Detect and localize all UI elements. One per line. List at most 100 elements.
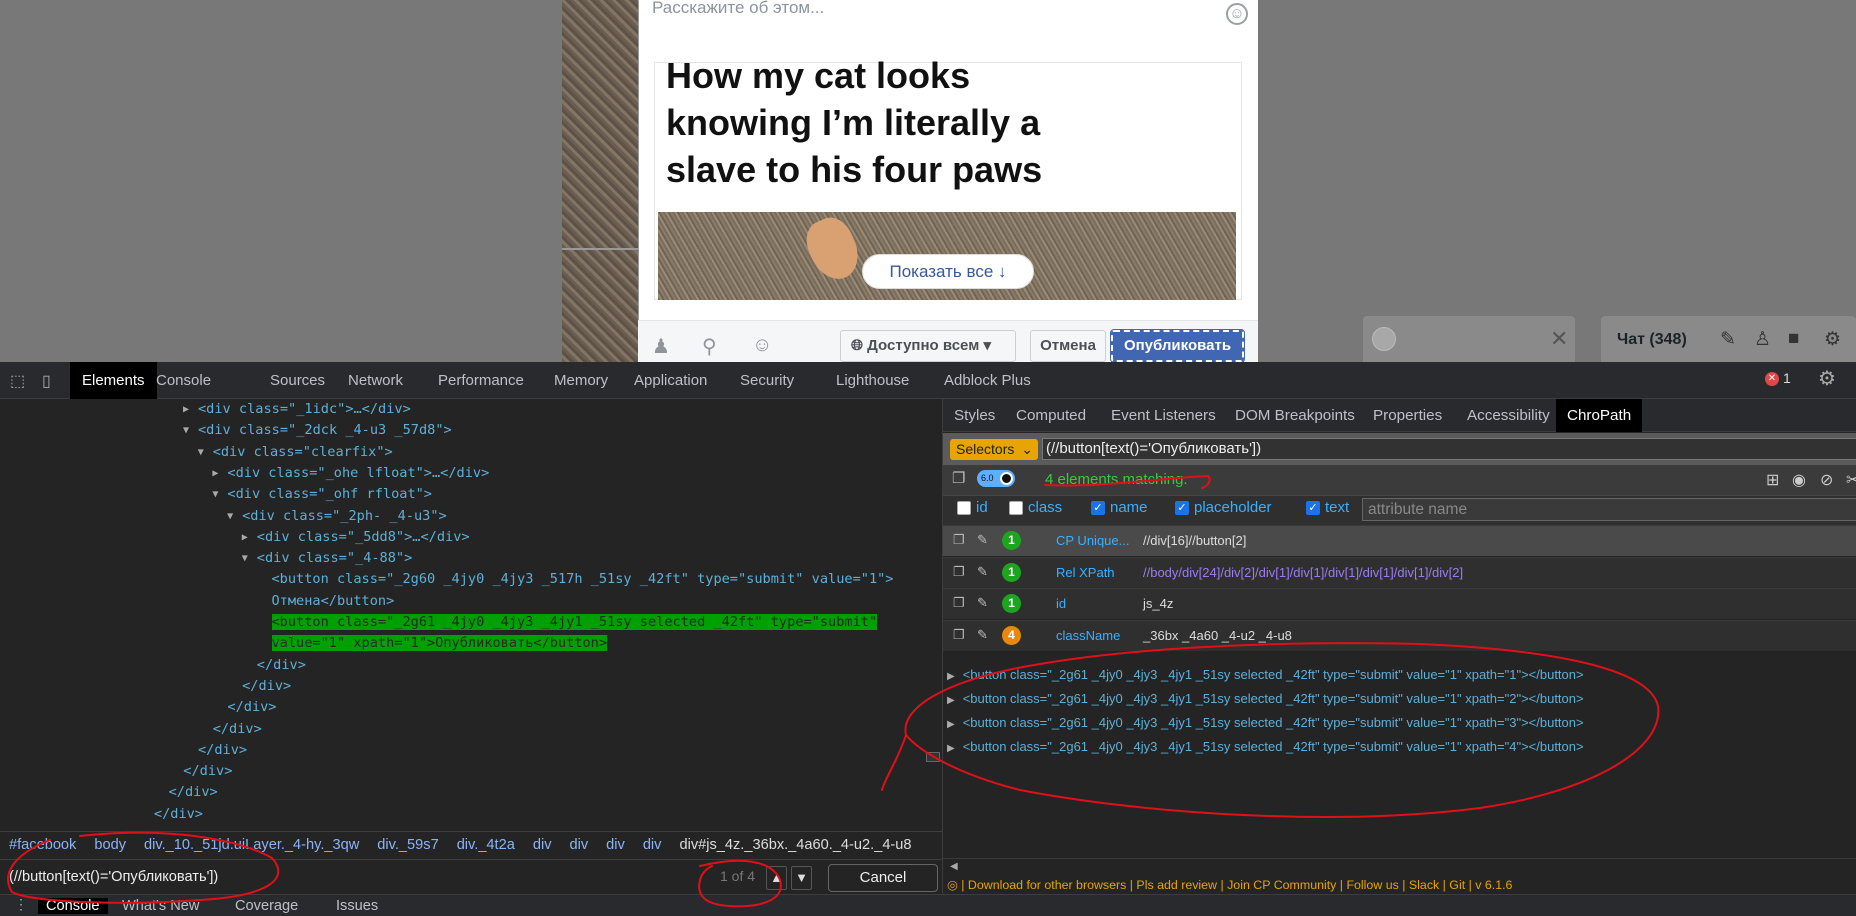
copy-icon[interactable]: ❐	[953, 532, 965, 548]
find-input[interactable]: (//button[text()='Опубликовать'])	[2, 862, 742, 892]
dom-node-line[interactable]: ▶ <div class="_ohe lfloat">…</div>	[212, 463, 489, 484]
add-list-icon[interactable]: ⊞	[1766, 470, 1779, 490]
horizontal-scrollbar[interactable]	[943, 858, 1856, 876]
devtools-tab-sources[interactable]: Sources	[258, 362, 337, 399]
expand-arrow-right-icon[interactable]: ▶	[242, 527, 248, 548]
dom-node-line[interactable]: <button class="_2g60 _4jy0 _4jy3 _517h _…	[272, 569, 894, 590]
expand-arrow-down-icon[interactable]: ▼	[242, 548, 248, 569]
breadcrumb-item[interactable]: div#js_4z._36bx._4a60._4-u2._4-u8	[679, 837, 911, 853]
show-all-button[interactable]: Показать все ↓	[862, 254, 1034, 289]
copy-icon[interactable]: ❐	[953, 627, 965, 643]
breadcrumb-item[interactable]: div._10._51jd.uiLayer._4-hy._3qw	[144, 837, 359, 853]
sidebar-tab-event-listeners[interactable]: Event Listeners	[1100, 399, 1227, 432]
close-icon[interactable]: ✕	[1550, 326, 1568, 352]
expand-arrow-down-icon[interactable]: ▼	[227, 506, 233, 527]
dom-node-line[interactable]: ▼ <div class="_ohf rfloat">	[212, 484, 432, 505]
selector-row[interactable]	[943, 588, 1856, 619]
selector-type-dropdown[interactable]: Selectors ⌄	[950, 439, 1038, 460]
disable-icon[interactable]: ⊘	[1820, 470, 1833, 490]
drawer-tab-issues[interactable]: Issues	[336, 898, 378, 914]
selected-node-line[interactable]: value="1" xpath="1">Опубликовать</button…	[271, 633, 608, 654]
matched-element-row[interactable]: ▶ <button class="_2g61 _4jy0 _4jy3 _4jy1 …	[947, 715, 1584, 730]
dom-node-line[interactable]: </div>	[183, 761, 232, 782]
breadcrumb-item[interactable]: div	[606, 837, 625, 853]
checkbox-placeholder[interactable]: ✓	[1175, 501, 1189, 515]
dom-node-line[interactable]: </div>	[227, 697, 276, 718]
matched-element-row[interactable]: ▶ <button class="_2g61 _4jy0 _4jy3 _4jy1 …	[947, 691, 1584, 706]
find-next-button[interactable]: ▼	[791, 866, 812, 890]
error-count[interactable]: 1	[1783, 370, 1791, 386]
chat-title[interactable]: Чат (348)	[1617, 331, 1687, 349]
record-icon[interactable]: ◉	[1792, 470, 1806, 490]
scissors-icon[interactable]: ✂	[1846, 470, 1856, 490]
expand-arrow-right-icon[interactable]: ▶	[212, 463, 218, 484]
location-pin-icon[interactable]: ⚲	[702, 334, 717, 359]
dom-node-line[interactable]: Отмена</button>	[272, 591, 395, 612]
matched-element-row[interactable]: ▶ <button class="_2g61 _4jy0 _4jy3 _4jy1 …	[947, 739, 1584, 754]
breadcrumb-item[interactable]: div._59s7	[377, 837, 438, 853]
drawer-tab-what-s-new[interactable]: What's New	[122, 898, 199, 914]
breadcrumb-item[interactable]: div	[570, 837, 589, 853]
inspect-element-icon[interactable]: ⬚	[10, 371, 25, 391]
breadcrumb-item[interactable]: #facebook	[9, 837, 76, 853]
drawer-tab-console[interactable]: Console	[38, 898, 108, 914]
sidebar-tab-accessibility[interactable]: Accessibility	[1456, 399, 1561, 432]
expand-arrow-down-icon[interactable]: ▼	[183, 420, 189, 441]
checkbox-class[interactable]	[1009, 501, 1023, 515]
dom-node-line[interactable]: ▼ <div class="_2dck _4-u3 _57d8">	[183, 420, 452, 441]
edit-pencil-icon[interactable]: ✎	[977, 595, 988, 611]
sidebar-tab-computed[interactable]: Computed	[1005, 399, 1097, 432]
attribute-name-input[interactable]: attribute name	[1362, 498, 1856, 521]
devtools-tab-security[interactable]: Security	[728, 362, 806, 399]
breadcrumb-item[interactable]: body	[94, 837, 126, 853]
copy-icon[interactable]: ❐	[953, 564, 965, 580]
expand-arrow-right-icon[interactable]: ▶	[947, 743, 955, 754]
checkbox-id[interactable]	[957, 501, 971, 515]
video-call-icon[interactable]: ■	[1788, 328, 1799, 350]
selector-value[interactable]: //body/div[24]/div[2]/div[1]/div[1]/div[…	[1143, 565, 1463, 580]
find-cancel-button[interactable]: Cancel	[828, 864, 938, 892]
devtools-tab-adblock-plus[interactable]: Adblock Plus	[932, 362, 1043, 399]
expand-arrow-down-icon[interactable]: ▼	[212, 484, 218, 505]
audience-button[interactable]: 🌐︎ Доступно всем ▾	[840, 330, 1016, 362]
footer-links[interactable]: | Download for other browsers | Pls add …	[961, 878, 1512, 892]
cancel-button[interactable]: Отмена	[1030, 330, 1106, 362]
selector-value[interactable]: js_4z	[1143, 596, 1173, 611]
devtools-tab-performance[interactable]: Performance	[426, 362, 536, 399]
copy-icon[interactable]: ❐	[952, 469, 965, 487]
group-icon[interactable]: ♙	[1754, 328, 1771, 351]
devtools-tab-application[interactable]: Application	[622, 362, 719, 399]
dom-node-line[interactable]: </div>	[154, 804, 203, 825]
devtools-tab-memory[interactable]: Memory	[542, 362, 620, 399]
elements-tree[interactable]: ▶ <div class="_1idc">…</div> ▼ <div class="…	[0, 399, 942, 831]
settings-gear-icon[interactable]: ⚙	[1824, 328, 1841, 351]
edit-pencil-icon[interactable]: ✎	[977, 564, 988, 580]
dom-node-line[interactable]: </div>	[169, 782, 218, 803]
smiley-icon[interactable]: ☺	[1226, 3, 1248, 25]
checkbox-text[interactable]: ✓	[1306, 501, 1320, 515]
edit-pencil-icon[interactable]: ✎	[977, 532, 988, 548]
breadcrumb-item[interactable]: div._4t2a	[457, 837, 515, 853]
selector-value[interactable]: //div[16]//button[2]	[1143, 533, 1246, 548]
selected-node-line[interactable]: <button class="_2g61 _4jy0 _4jy3 _4jy1 _…	[271, 612, 878, 633]
pane-splitter[interactable]	[926, 752, 940, 762]
devtools-tab-network[interactable]: Network	[336, 362, 415, 399]
expand-arrow-right-icon[interactable]: ▶	[183, 399, 189, 420]
dom-node-line[interactable]: ▶ <div class="_5dd8">…</div>	[242, 527, 470, 548]
dom-node-line[interactable]: </div>	[198, 740, 247, 761]
compose-icon[interactable]: ✎	[1720, 328, 1736, 351]
device-toolbar-icon[interactable]: ▯	[42, 371, 51, 391]
expand-arrow-right-icon[interactable]: ▶	[947, 671, 955, 682]
find-previous-button[interactable]: ▲	[766, 866, 787, 890]
error-icon[interactable]: ✕	[1765, 372, 1779, 386]
dom-node-line[interactable]: </div>	[213, 719, 262, 740]
edit-pencil-icon[interactable]: ✎	[977, 627, 988, 643]
sidebar-tab-properties[interactable]: Properties	[1362, 399, 1453, 432]
tag-people-icon[interactable]: ♟	[652, 334, 670, 359]
expand-arrow-right-icon[interactable]: ▶	[947, 695, 955, 706]
breadcrumb-item[interactable]: div	[533, 837, 552, 853]
sidebar-tab-chropath[interactable]: ChroPath	[1556, 399, 1643, 432]
dom-node-line[interactable]: </div>	[257, 655, 306, 676]
dom-node-line[interactable]: ▼ <div class="_4-88">	[242, 548, 413, 569]
matched-element-row[interactable]: ▶ <button class="_2g61 _4jy0 _4jy3 _4jy1 …	[947, 667, 1584, 682]
